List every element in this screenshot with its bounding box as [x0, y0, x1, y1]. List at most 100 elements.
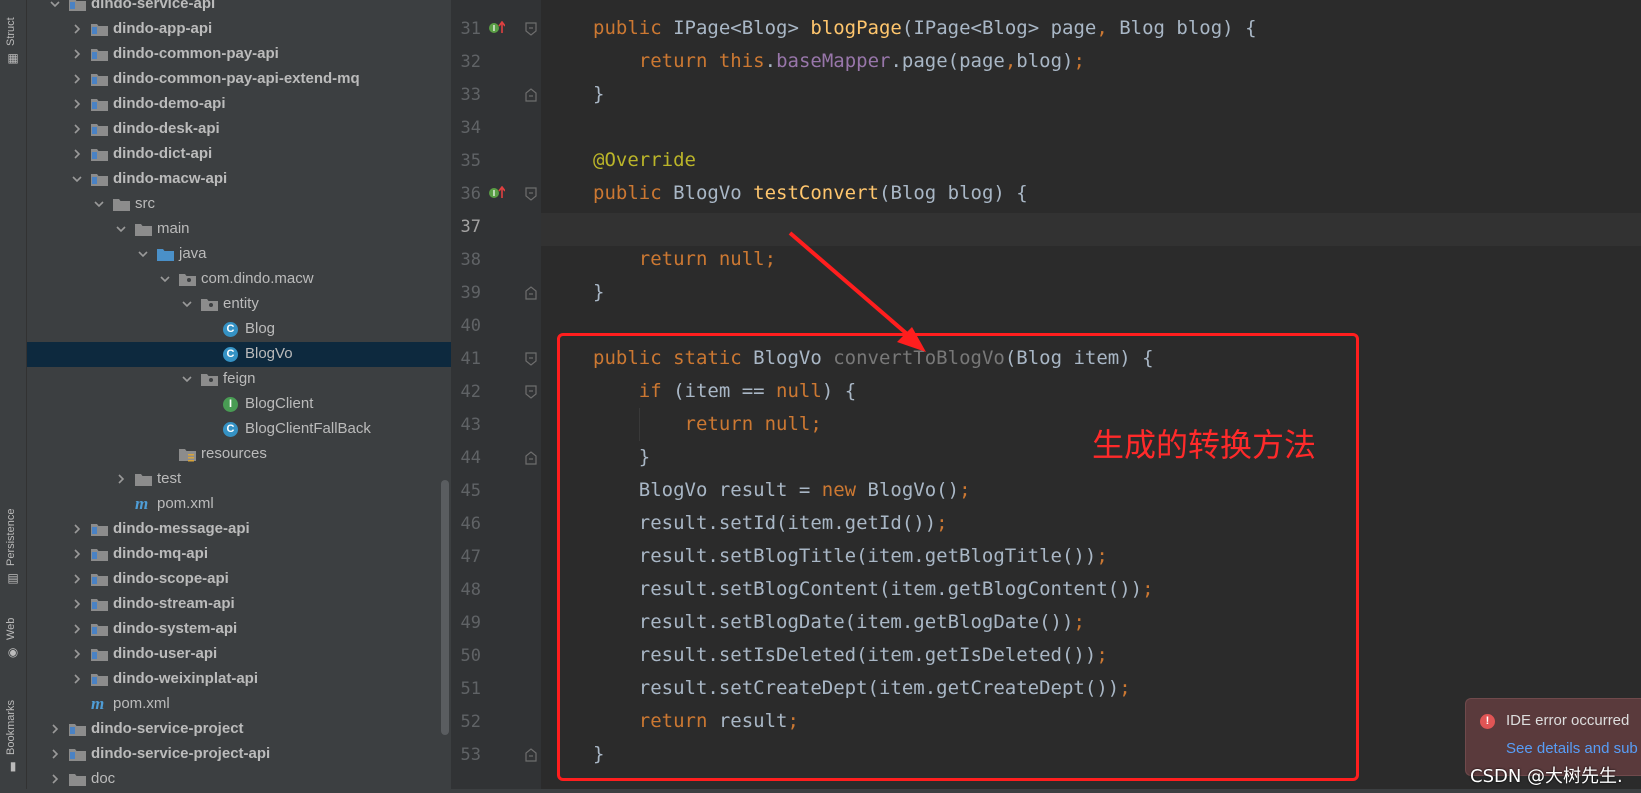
fold-start-icon[interactable]: [525, 384, 537, 399]
fold-end-icon[interactable]: [525, 450, 537, 465]
tree-item[interactable]: dindo-service-project-api: [27, 742, 451, 767]
gutter-line: 50: [451, 639, 541, 672]
tool-tab-label: Bookmarks: [5, 699, 17, 755]
tree-item[interactable]: main: [27, 217, 451, 242]
chevron-right-icon[interactable]: [71, 648, 83, 660]
gutter-line: 47: [451, 540, 541, 573]
implements-icon[interactable]: I: [489, 20, 506, 34]
code-line[interactable]: return this.baseMapper.page(page,blog);: [593, 45, 1085, 78]
persistence-icon: ▤: [7, 571, 19, 585]
tree-item[interactable]: I BlogClient: [27, 392, 451, 417]
chevron-right-icon[interactable]: [71, 673, 83, 685]
tree-item[interactable]: dindo-system-api: [27, 617, 451, 642]
fold-end-icon[interactable]: [525, 747, 537, 762]
chevron-right-icon[interactable]: [71, 98, 83, 110]
tree-item[interactable]: dindo-service-project: [27, 717, 451, 742]
package-icon: [201, 297, 218, 312]
chevron-right-icon[interactable]: [71, 23, 83, 35]
chevron-right-icon[interactable]: [71, 623, 83, 635]
gutter-line: 37: [451, 210, 541, 243]
tree-item[interactable]: dindo-macw-api: [27, 167, 451, 192]
gutter-line: 33: [451, 78, 541, 111]
chevron-right-icon[interactable]: [71, 598, 83, 610]
gutter-line: 40: [451, 309, 541, 342]
chevron-down-icon[interactable]: [181, 373, 193, 385]
fold-end-icon[interactable]: [525, 285, 537, 300]
see-details-link[interactable]: See details and sub: [1506, 740, 1638, 757]
tree-item-label: entity: [223, 295, 259, 312]
chevron-down-icon[interactable]: [49, 0, 61, 10]
fold-end-icon[interactable]: [525, 87, 537, 102]
tree-item[interactable]: feign: [27, 367, 451, 392]
code-token: ,: [1004, 50, 1017, 72]
tree-item-label: pom.xml: [113, 695, 170, 712]
class-icon: C: [223, 322, 239, 337]
tree-item[interactable]: dindo-user-api: [27, 642, 451, 667]
code-line[interactable]: public BlogVo testConvert(Blog blog) {: [593, 177, 1028, 210]
chevron-right-icon[interactable]: [49, 773, 61, 785]
tree-item[interactable]: dindo-common-pay-api-extend-mq: [27, 67, 451, 92]
chevron-right-icon[interactable]: [115, 473, 127, 485]
implements-icon[interactable]: I: [489, 185, 506, 199]
module-folder-icon: [91, 572, 108, 587]
chevron-right-icon[interactable]: [49, 748, 61, 760]
tree-item[interactable]: dindo-dict-api: [27, 142, 451, 167]
tree-item[interactable]: resources: [27, 442, 451, 467]
tree-item[interactable]: src: [27, 192, 451, 217]
tree-item[interactable]: dindo-app-api: [27, 17, 451, 42]
module-folder-icon: [91, 647, 108, 662]
code-line[interactable]: return null;: [593, 243, 776, 276]
code-line[interactable]: @Override: [593, 144, 696, 177]
tree-item[interactable]: dindo-message-api: [27, 517, 451, 542]
chevron-down-icon[interactable]: [159, 273, 171, 285]
tree-item[interactable]: dindo-weixinplat-api: [27, 667, 451, 692]
code-line[interactable]: }: [593, 78, 604, 111]
tree-item[interactable]: dindo-desk-api: [27, 117, 451, 142]
chevron-down-icon[interactable]: [93, 198, 105, 210]
chevron-right-icon[interactable]: [71, 73, 83, 85]
watermark: CSDN @大树先生.: [1470, 766, 1623, 787]
maven-icon: m: [91, 694, 105, 713]
fold-start-icon[interactable]: [525, 351, 537, 366]
tree-item[interactable]: dindo-scope-api: [27, 567, 451, 592]
code-line[interactable]: public IPage<Blog> blogPage(IPage<Blog> …: [593, 12, 1257, 45]
chevron-down-icon[interactable]: [181, 298, 193, 310]
tree-item[interactable]: test: [27, 467, 451, 492]
code-line[interactable]: }: [593, 276, 604, 309]
tree-item[interactable]: m pom.xml: [27, 492, 451, 517]
tree-scrollbar[interactable]: [441, 480, 449, 735]
tree-item[interactable]: C BlogClientFallBack: [27, 417, 451, 442]
tree-item[interactable]: entity: [27, 292, 451, 317]
tree-item[interactable]: dindo-service-api: [27, 0, 451, 17]
tree-item[interactable]: dindo-stream-api: [27, 592, 451, 617]
chevron-right-icon[interactable]: [71, 548, 83, 560]
chevron-right-icon[interactable]: [71, 148, 83, 160]
fold-start-icon[interactable]: [525, 186, 537, 201]
tree-item[interactable]: m pom.xml: [27, 692, 451, 717]
tree-item[interactable]: dindo-mq-api: [27, 542, 451, 567]
tree-item[interactable]: C Blog: [27, 317, 451, 342]
chevron-right-icon[interactable]: [49, 723, 61, 735]
chevron-down-icon[interactable]: [115, 223, 127, 235]
chevron-right-icon[interactable]: [71, 48, 83, 60]
current-line-highlight: [541, 213, 1641, 246]
chevron-right-icon[interactable]: [71, 123, 83, 135]
tree-item[interactable]: com.dindo.macw: [27, 267, 451, 292]
chevron-right-icon[interactable]: [71, 523, 83, 535]
chevron-down-icon[interactable]: [137, 248, 149, 260]
code-token: }: [593, 281, 605, 303]
line-number: 51: [460, 679, 481, 699]
fold-start-icon[interactable]: [525, 21, 537, 36]
tree-item-label: dindo-message-api: [113, 520, 250, 537]
tree-item[interactable]: java: [27, 242, 451, 267]
tree-item[interactable]: dindo-demo-api: [27, 92, 451, 117]
tree-item[interactable]: dindo-common-pay-api: [27, 42, 451, 67]
code-token: public: [593, 182, 674, 204]
tree-item-label: dindo-service-api: [91, 0, 216, 12]
tree-item-label: BlogVo: [245, 345, 293, 362]
chevron-right-icon[interactable]: [71, 573, 83, 585]
chevron-down-icon[interactable]: [71, 173, 83, 185]
project-tree[interactable]: dindo-service-api dindo-app-api dindo-comm…: [27, 0, 451, 793]
tree-item[interactable]: C BlogVo: [27, 342, 451, 367]
